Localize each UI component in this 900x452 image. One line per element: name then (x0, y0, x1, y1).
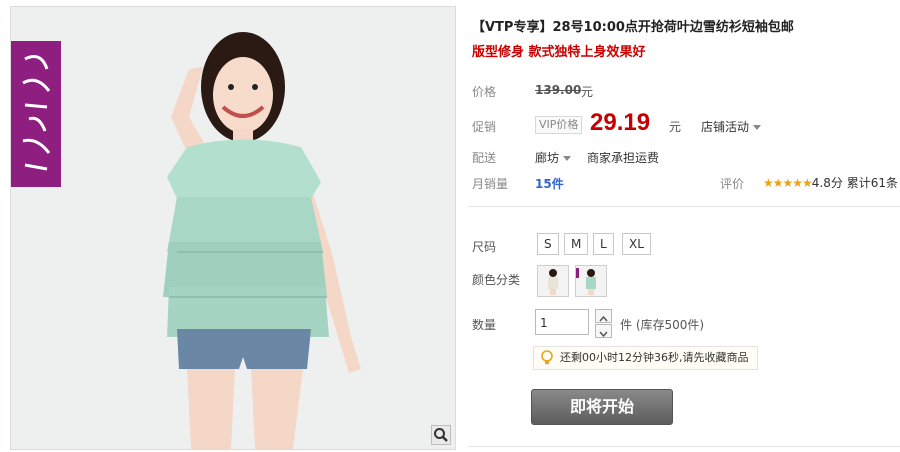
color-label: 颜色分类 (472, 273, 521, 287)
chevron-down-icon (753, 125, 762, 130)
product-info-panel: 【VTP专享】28号10:00点开抢荷叶边雪纺衫短袖包邮 版型修身 款式独特上身… (468, 0, 900, 452)
shipping-location: 廊坊 (535, 151, 560, 165)
chevron-down-icon (599, 331, 608, 338)
zoom-icon[interactable] (431, 425, 451, 445)
promotion-price: 29.19 (590, 109, 651, 136)
shipping-fee-note: 商家承担运费 (587, 151, 660, 165)
size-option-s[interactable]: S (537, 233, 559, 255)
original-price-unit: 元 (581, 85, 594, 99)
promotion-price-unit: 元 (669, 120, 682, 134)
monthly-sales-label: 月销量 (472, 177, 509, 191)
shipping-label: 配送 (472, 151, 497, 165)
bottom-divider (468, 446, 900, 447)
rating-score: 4.8分 (811, 176, 843, 190)
product-subtitle: 版型修身 款式独特上身效果好 (472, 45, 646, 60)
quantity-increase-button[interactable] (595, 309, 612, 323)
quantity-decrease-button[interactable] (595, 324, 612, 338)
color-swatch-1[interactable] (537, 265, 569, 297)
countdown-text: 还剩00小时12分钟36秒,请先收藏商品 (560, 351, 749, 364)
brand-logo (11, 41, 61, 187)
product-image[interactable] (10, 6, 456, 450)
section-divider (468, 206, 900, 207)
product-title: 【VTP专享】28号10:00点开抢荷叶边雪纺衫短袖包邮 (472, 20, 794, 35)
quantity-label: 数量 (472, 318, 497, 332)
rating-stars-icon: ★★★★★ (763, 176, 813, 190)
size-option-m[interactable]: M (564, 233, 589, 255)
total-reviews: 累计61条 (846, 176, 898, 190)
store-activity-label: 店铺活动 (701, 120, 750, 134)
quantity-input[interactable]: 1 (535, 309, 589, 335)
rating-label: 评价 (720, 177, 745, 191)
coming-soon-button[interactable]: 即将开始 (531, 389, 673, 425)
promotion-label: 促销 (472, 120, 497, 134)
color-swatch-2[interactable] (575, 265, 607, 297)
countdown-notice: 还剩00小时12分钟36秒,请先收藏商品 (533, 346, 758, 370)
vip-price-tag: VIP价格 (535, 116, 583, 134)
shipping-location-select[interactable]: 廊坊 (535, 149, 572, 166)
monthly-sales-count: 15件 (535, 177, 564, 191)
price-label: 价格 (472, 85, 497, 99)
stock-note: 件 (库存500件) (620, 318, 705, 332)
chevron-down-icon (563, 156, 572, 161)
store-activity-dropdown[interactable]: 店铺活动 (701, 118, 762, 135)
original-price: 139.00 (535, 83, 582, 97)
size-option-xl[interactable]: XL (622, 233, 651, 255)
lightbulb-icon (541, 350, 553, 364)
size-option-l[interactable]: L (593, 233, 614, 255)
rating-summary[interactable]: ★★★★★4.8分 累计61条 (763, 174, 898, 191)
model-illustration (11, 7, 455, 449)
size-label: 尺码 (472, 240, 497, 254)
